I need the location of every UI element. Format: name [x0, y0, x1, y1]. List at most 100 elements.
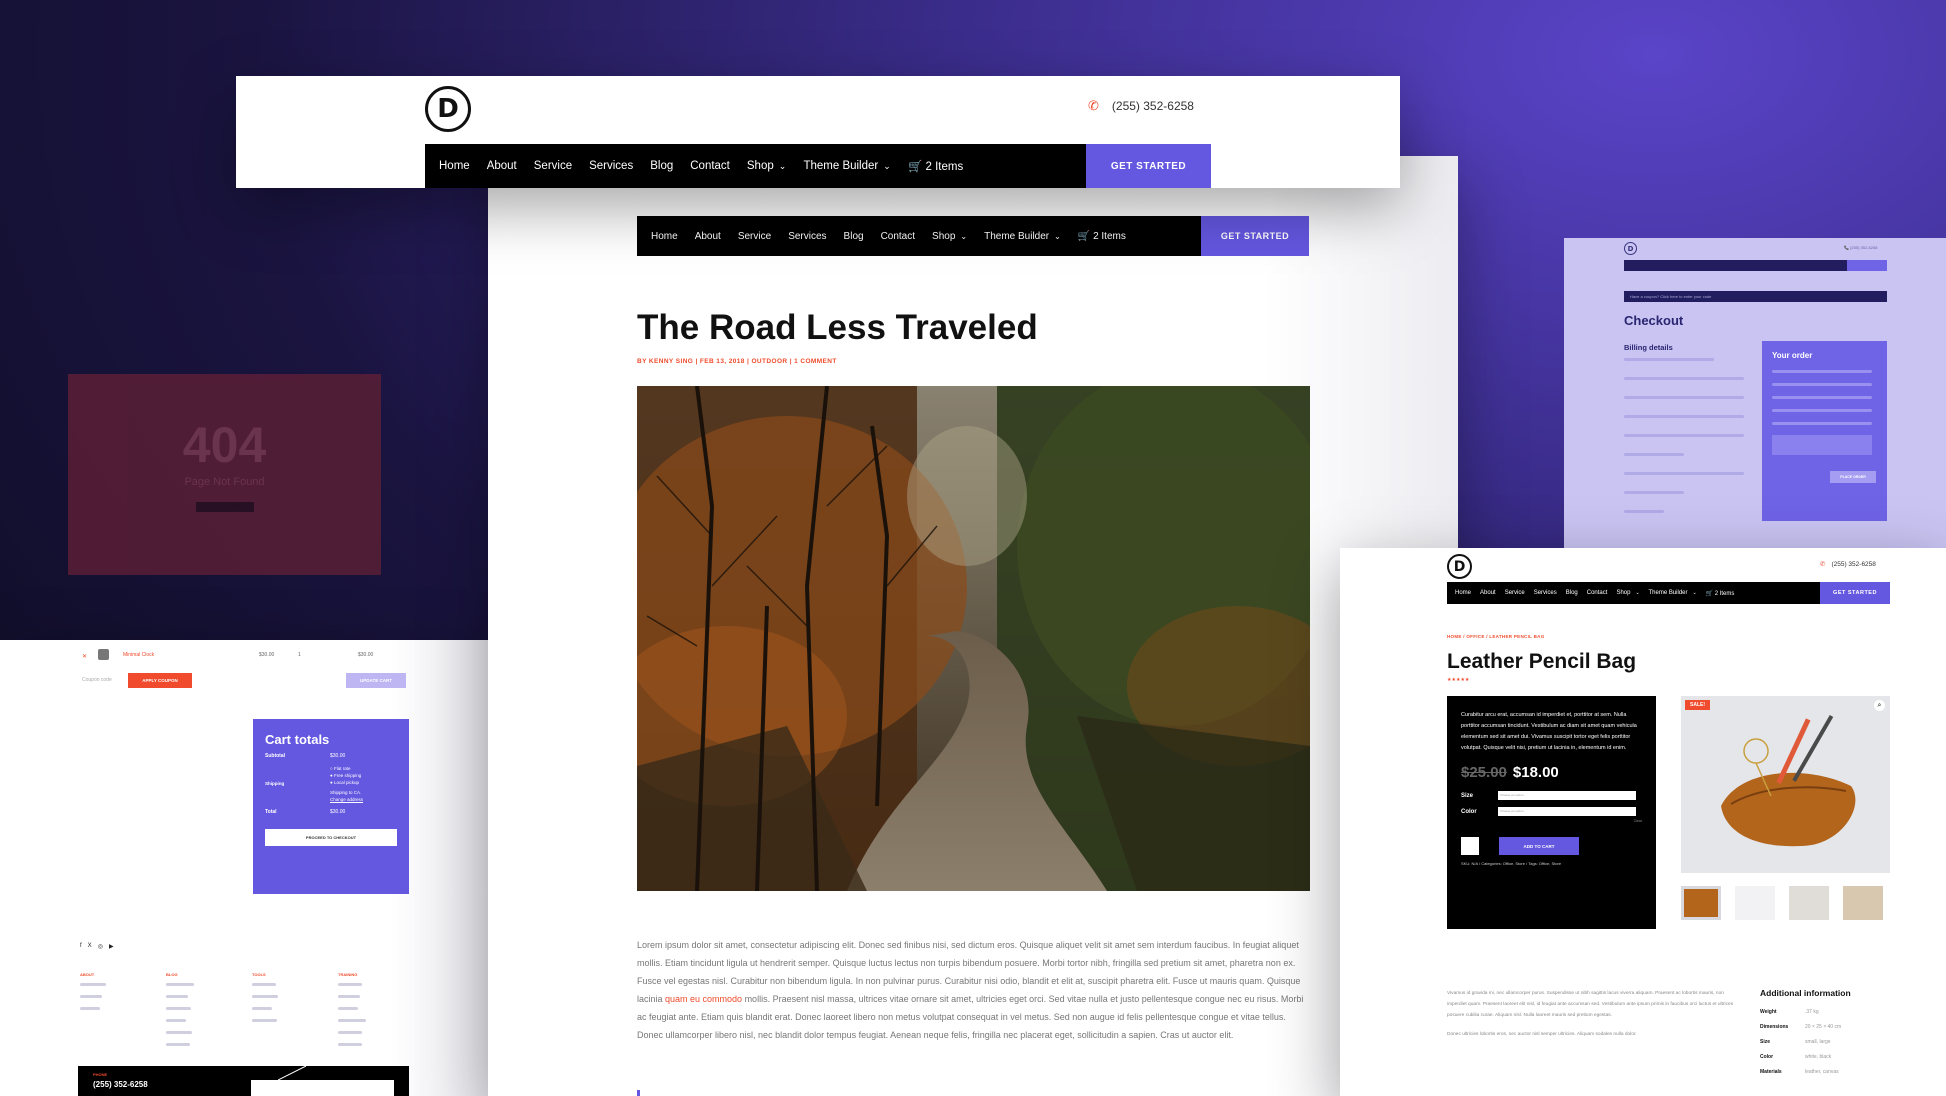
- product-logo[interactable]: D: [1447, 554, 1472, 579]
- phone-icon: ✆: [1820, 561, 1826, 568]
- cart-page-card: ✕ Minimal Clock $30.00 1 $30.00 Coupon c…: [0, 640, 488, 1096]
- coupon-notice[interactable]: Have a coupon? Click here to enter your …: [1624, 291, 1887, 302]
- checkout-logo[interactable]: D: [1624, 242, 1637, 255]
- thumbnail-2[interactable]: [1735, 886, 1775, 920]
- add-to-cart-button[interactable]: ADD TO CART: [1499, 837, 1579, 855]
- get-started-button[interactable]: GET STARTED: [1086, 144, 1211, 188]
- nav-theme-builder[interactable]: Theme Builder: [803, 160, 891, 172]
- youtube-icon[interactable]: ▶: [109, 943, 114, 950]
- nav-theme-builder[interactable]: Theme Builder: [1648, 590, 1696, 596]
- forest-road-image: [637, 386, 1310, 891]
- thumbnail-1[interactable]: [1681, 886, 1721, 920]
- place-order-button[interactable]: PLACE ORDER: [1830, 471, 1876, 483]
- nav-cart[interactable]: 🛒 2 Items: [1706, 590, 1735, 597]
- get-started-button[interactable]: GET STARTED: [1820, 582, 1890, 604]
- change-address-link[interactable]: Change address: [330, 796, 363, 803]
- remove-item-icon[interactable]: ✕: [82, 653, 87, 660]
- subtotal-label: Subtotal: [265, 753, 285, 759]
- nav-shop[interactable]: Shop: [932, 231, 967, 242]
- shipping-option-flat[interactable]: ○ Flat rate: [330, 765, 363, 772]
- footer-heading: TRAINING: [338, 972, 358, 977]
- billing-title: Billing details: [1624, 343, 1673, 352]
- nav-shop[interactable]: Shop: [747, 160, 787, 172]
- footer-form-box: [251, 1080, 394, 1096]
- nav-about[interactable]: About: [695, 231, 721, 242]
- shipping-option-pickup[interactable]: ● Local pickup: [330, 779, 363, 786]
- blog-nav-menu: Home About Service Services Blog Contact…: [637, 216, 1201, 256]
- sale-price: $18.00: [1512, 764, 1559, 781]
- footer-diagonal-line: [278, 1066, 307, 1081]
- product-phone-number[interactable]: (255) 352-6258: [1831, 561, 1875, 568]
- nav-blog[interactable]: Blog: [844, 231, 864, 242]
- update-cart-button[interactable]: UPDATE CART: [346, 673, 406, 688]
- subtotal-value: $30.00: [330, 753, 346, 759]
- header-logo[interactable]: D: [425, 86, 471, 132]
- attr-name: Weight: [1760, 1009, 1777, 1015]
- clear-link[interactable]: Clear: [1461, 819, 1642, 823]
- product-long-description: Vivamus id gravida mi, nec ullamcorper p…: [1447, 988, 1737, 1040]
- nav-service[interactable]: Service: [738, 231, 771, 242]
- nav-home[interactable]: Home: [439, 160, 470, 172]
- nav-contact[interactable]: Contact: [690, 160, 730, 172]
- thumbnail-3[interactable]: [1789, 886, 1829, 920]
- footer-col: TOOLS: [252, 972, 286, 1046]
- nav-home[interactable]: Home: [651, 231, 678, 242]
- back-home-button[interactable]: Back to Homepage: [195, 502, 254, 512]
- nav-cart[interactable]: 🛒 2 Items: [908, 159, 963, 173]
- footer-contact-bar: PHONE (255) 352-6258: [78, 1066, 409, 1096]
- x-icon[interactable]: X: [88, 943, 92, 950]
- nav-blog[interactable]: Blog: [650, 160, 673, 172]
- header-phone-number[interactable]: (255) 352-6258: [1112, 99, 1194, 113]
- cart-qty[interactable]: 1: [298, 652, 301, 658]
- get-started-button[interactable]: GET STARTED: [1201, 216, 1309, 256]
- post-body-link[interactable]: quam eu commodo: [665, 994, 742, 1004]
- size-select[interactable]: Choose an option: [1498, 791, 1636, 800]
- product-nav-menu: Home About Service Services Blog Contact…: [1447, 582, 1820, 604]
- nav-about[interactable]: About: [1480, 590, 1496, 596]
- nav-contact[interactable]: Contact: [881, 231, 915, 242]
- nav-cart[interactable]: 🛒 2 Items: [1078, 231, 1126, 242]
- color-select[interactable]: Choose an option: [1498, 807, 1636, 816]
- post-category[interactable]: OUTDOOR: [751, 358, 787, 365]
- nav-service[interactable]: Service: [1505, 590, 1525, 596]
- product-breadcrumb[interactable]: HOME / OFFICE / LEATHER PENCIL BAG: [1447, 634, 1545, 639]
- nav-about[interactable]: About: [487, 160, 517, 172]
- apply-coupon-button[interactable]: APPLY COUPON: [128, 673, 192, 688]
- total-value: $30.00: [330, 809, 346, 815]
- nav-home[interactable]: Home: [1455, 590, 1471, 596]
- coupon-input[interactable]: Coupon code: [82, 677, 112, 683]
- billing-form-lines: [1624, 358, 1744, 513]
- size-label: Size: [1461, 792, 1474, 799]
- nav-services[interactable]: Services: [589, 160, 633, 172]
- shipping-option-free[interactable]: ● Free shipping: [330, 772, 363, 779]
- additional-info-title: Additional information: [1760, 988, 1851, 998]
- post-author[interactable]: BY KENNY SING: [637, 358, 693, 365]
- nav-contact[interactable]: Contact: [1587, 590, 1608, 596]
- quantity-input[interactable]: [1461, 837, 1479, 855]
- long-desc-p1: Vivamus id gravida mi, nec ullamcorper p…: [1447, 991, 1734, 1018]
- nav-theme-builder[interactable]: Theme Builder: [984, 231, 1061, 242]
- facebook-icon[interactable]: f: [80, 943, 82, 950]
- nav-services[interactable]: Services: [788, 231, 826, 242]
- nav-services[interactable]: Services: [1534, 590, 1557, 596]
- cart-product-name[interactable]: Minimal Clock: [123, 652, 154, 658]
- color-label: Color: [1461, 808, 1477, 815]
- proceed-to-checkout-button[interactable]: PROCEED TO CHECKOUT: [265, 829, 397, 846]
- zoom-icon[interactable]: ⌕: [1874, 700, 1885, 711]
- nav-shop[interactable]: Shop: [1616, 590, 1639, 596]
- product-short-description: Curabitur arcu erat, accumsan id imperdi…: [1461, 712, 1637, 751]
- nav-service[interactable]: Service: [534, 160, 572, 172]
- attr-value: white, black: [1805, 1054, 1832, 1060]
- cart-totals-title: Cart totals: [265, 732, 330, 747]
- footer-col: ABOUT: [80, 972, 114, 1046]
- thumbnail-4[interactable]: [1843, 886, 1883, 920]
- cart-product-price: $30.00: [259, 652, 275, 658]
- nav-blog[interactable]: Blog: [1566, 590, 1578, 596]
- pencil-bag-image: [1681, 696, 1890, 873]
- error-code: 404: [182, 417, 267, 473]
- post-comments[interactable]: 1 COMMENT: [794, 358, 837, 365]
- blockquote-bar: [637, 1090, 640, 1096]
- instagram-icon[interactable]: ◎: [98, 943, 103, 950]
- footer-heading: ABOUT: [80, 972, 95, 977]
- cart-count: 2 Items: [1093, 230, 1126, 242]
